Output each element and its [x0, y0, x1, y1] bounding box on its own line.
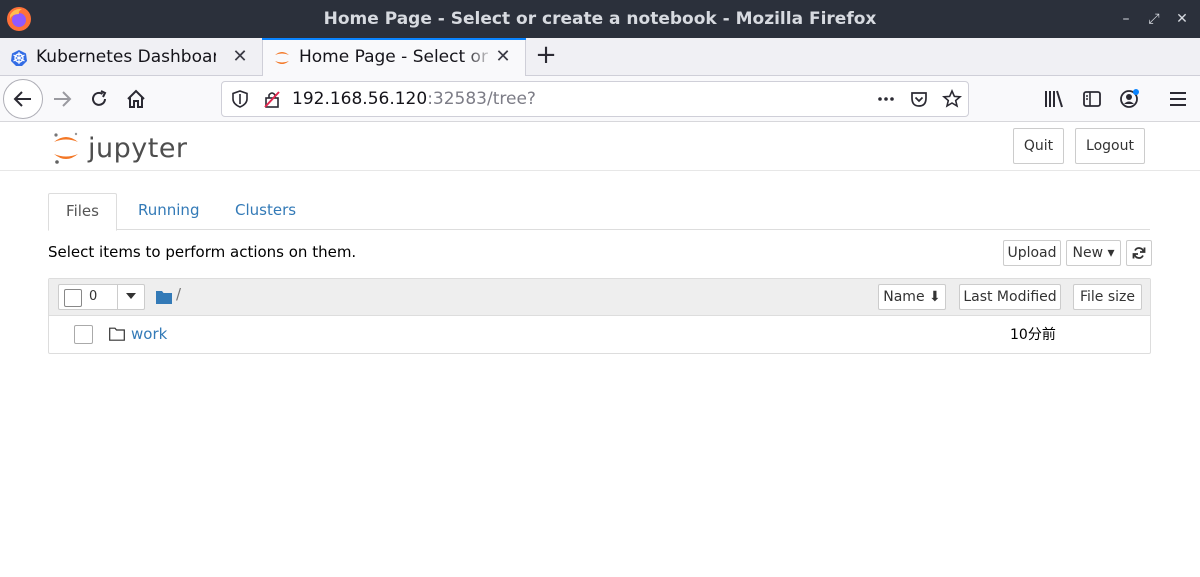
reload-button[interactable]: [82, 82, 116, 116]
jupyter-logo-icon: [54, 132, 78, 164]
new-tab-button[interactable]: +: [534, 41, 558, 71]
sidebar-icon[interactable]: [1081, 88, 1103, 110]
home-button[interactable]: [119, 82, 153, 116]
tab-label: Kubernetes Dashboard: [36, 47, 216, 67]
file-list-header: 0 / Name ⬇ Last Modified File size: [49, 279, 1150, 316]
home-icon: [127, 89, 145, 108]
tab-label: Home Page - Select or create a notebook: [299, 47, 494, 67]
navigation-toolbar: 192.168.56.120:32583/tree?: [0, 76, 1200, 122]
logout-button[interactable]: Logout: [1075, 128, 1145, 164]
url-bar[interactable]: 192.168.56.120:32583/tree?: [221, 81, 969, 117]
sort-by-size-button[interactable]: File size: [1073, 284, 1142, 310]
account-icon[interactable]: [1119, 88, 1141, 110]
jupyter-logo-text: jupyter: [88, 133, 188, 164]
select-all-group: 0: [58, 284, 145, 310]
tab-files[interactable]: Files: [48, 193, 117, 231]
bookmark-star-icon[interactable]: [942, 89, 962, 109]
select-menu-dropdown[interactable]: [117, 284, 145, 310]
tab-running[interactable]: Running: [138, 193, 199, 230]
dashboard-tabs: Files Running Clusters: [48, 193, 1150, 231]
shield-icon[interactable]: [230, 89, 250, 109]
refresh-icon: [1132, 247, 1146, 259]
refresh-button[interactable]: [1126, 240, 1152, 266]
sort-by-name-button[interactable]: Name ⬇: [878, 284, 946, 310]
close-window-button[interactable]: ✕: [1172, 9, 1192, 29]
upload-button[interactable]: Upload: [1003, 240, 1061, 266]
list-item[interactable]: work 10分前: [49, 316, 1150, 353]
reload-icon: [92, 90, 107, 106]
quit-button[interactable]: Quit: [1013, 128, 1064, 164]
tab-kubernetes-dashboard[interactable]: Kubernetes Dashboard ✕: [0, 38, 262, 76]
item-modified: 10分前: [1010, 327, 1056, 343]
url-host: 192.168.56.120: [292, 89, 428, 109]
item-name-link[interactable]: work: [131, 325, 167, 343]
select-all-control[interactable]: 0: [58, 284, 118, 310]
home-folder-icon[interactable]: [156, 290, 172, 304]
jupyter-header: jupyter Quit Logout: [0, 123, 1200, 171]
file-list: 0 / Name ⬇ Last Modified File size work …: [48, 278, 1151, 354]
tab-clusters[interactable]: Clusters: [235, 193, 296, 230]
window-title: Home Page - Select or create a notebook …: [323, 9, 877, 29]
close-tab-icon[interactable]: ✕: [493, 47, 513, 67]
breadcrumb-root[interactable]: /: [176, 285, 181, 303]
library-icon[interactable]: [1043, 88, 1065, 110]
item-checkbox[interactable]: [74, 325, 93, 344]
url-path: :32583/tree?: [427, 89, 536, 109]
new-dropdown-button[interactable]: New ▾: [1066, 240, 1121, 266]
more-icon[interactable]: [876, 89, 896, 109]
select-all-checkbox[interactable]: [64, 289, 82, 307]
restore-button[interactable]: ⤢: [1144, 9, 1164, 29]
kubernetes-icon: [11, 50, 27, 66]
caret-down-icon: [126, 293, 136, 299]
forward-icon: [54, 91, 72, 107]
tab-strip: Kubernetes Dashboard ✕ Home Page - Selec…: [0, 38, 1200, 77]
back-icon: [13, 91, 31, 107]
selection-hint: Select items to perform actions on them.: [48, 243, 357, 261]
jupyter-logo[interactable]: jupyter: [52, 129, 187, 165]
close-tab-icon[interactable]: ✕: [230, 47, 250, 67]
window-titlebar: Home Page - Select or create a notebook …: [0, 0, 1200, 38]
menu-icon[interactable]: [1167, 88, 1189, 110]
pocket-icon[interactable]: [909, 89, 929, 109]
sort-by-modified-button[interactable]: Last Modified: [959, 284, 1061, 310]
back-button[interactable]: [3, 79, 43, 119]
jupyter-icon: [275, 52, 289, 64]
forward-button[interactable]: [45, 82, 79, 116]
selected-count: 0: [89, 289, 98, 304]
insecure-lock-icon[interactable]: [262, 89, 282, 109]
folder-icon: [109, 327, 125, 341]
url-text[interactable]: 192.168.56.120:32583/tree?: [292, 82, 536, 116]
tab-jupyter-home[interactable]: Home Page - Select or create a notebook …: [262, 38, 526, 77]
minimize-button[interactable]: –: [1116, 9, 1136, 29]
